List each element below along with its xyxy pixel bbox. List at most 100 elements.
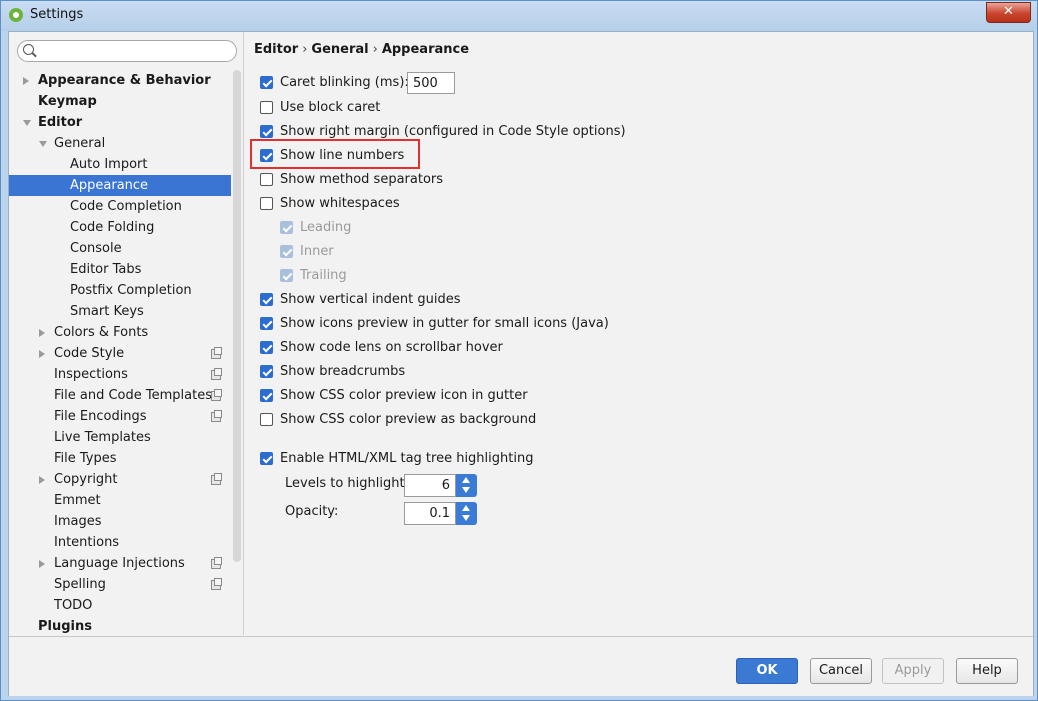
- sidebar-item-label: Editor: [38, 115, 83, 130]
- caret-blinking-input[interactable]: 500: [407, 72, 455, 94]
- sidebar-item-label: Colors & Fonts: [54, 325, 149, 340]
- chevron-right-icon[interactable]: [39, 329, 45, 337]
- sidebar-item-label: Appearance: [70, 178, 149, 193]
- chevron-up-icon[interactable]: [462, 505, 470, 511]
- option-checkbox[interactable]: [260, 365, 273, 378]
- option-label: Show whitespaces: [280, 196, 400, 211]
- option-label: Show icons preview in gutter for small i…: [280, 316, 609, 331]
- chevron-up-icon[interactable]: [462, 477, 470, 483]
- project-level-icon: [211, 410, 222, 422]
- title-bar[interactable]: Settings ✕: [1, 1, 1037, 31]
- breadcrumb-editor: Editor: [254, 42, 299, 57]
- sidebar-item-emmet[interactable]: Emmet: [9, 490, 231, 511]
- sidebar-item-appearance[interactable]: Appearance: [9, 175, 231, 196]
- sidebar-item-general[interactable]: General: [9, 133, 231, 154]
- option-checkbox[interactable]: [260, 125, 273, 138]
- chevron-right-icon[interactable]: [23, 77, 29, 85]
- tag-tree-checkbox[interactable]: [260, 452, 273, 465]
- ok-button[interactable]: OK: [736, 658, 798, 684]
- opacity-label: Opacity:: [285, 504, 339, 519]
- settings-content: Appearance & Behavior Keymap Editor General…: [8, 31, 1034, 696]
- close-button[interactable]: ✕: [986, 2, 1031, 23]
- sidebar-item-label: Live Templates: [54, 430, 151, 445]
- sidebar-item-label: Editor Tabs: [70, 262, 142, 277]
- option-checkbox[interactable]: [260, 413, 273, 426]
- levels-option: Levels to highlight:: [285, 475, 409, 493]
- sidebar-item-live-templates[interactable]: Live Templates: [9, 427, 231, 448]
- sidebar-item-label: Smart Keys: [70, 304, 144, 319]
- option-checkbox[interactable]: [260, 149, 273, 162]
- help-button[interactable]: Help: [956, 658, 1018, 684]
- project-level-icon: [211, 473, 222, 485]
- sidebar-item-code-completion[interactable]: Code Completion: [9, 196, 231, 217]
- sidebar-item-file-encodings[interactable]: File Encodings: [9, 406, 231, 427]
- sidebar-item-inspections[interactable]: Inspections: [9, 364, 231, 385]
- breadcrumb: Editor › General › Appearance: [254, 42, 469, 57]
- option-checkbox[interactable]: [260, 293, 273, 306]
- sidebar-item-keymap[interactable]: Keymap: [9, 91, 231, 112]
- sidebar-item-file-types[interactable]: File Types: [9, 448, 231, 469]
- apply-button[interactable]: Apply: [882, 658, 944, 684]
- sidebar-item-file-and-code-templates[interactable]: File and Code Templates: [9, 385, 231, 406]
- opacity-spinner[interactable]: 0.1: [404, 502, 478, 525]
- option-checkbox[interactable]: [260, 173, 273, 186]
- sidebar-item-intentions[interactable]: Intentions: [9, 532, 231, 553]
- option-checkbox[interactable]: [260, 197, 273, 210]
- option-label: Show CSS color preview as background: [280, 412, 537, 427]
- project-level-icon: [211, 557, 222, 569]
- option-checkbox: [280, 221, 293, 234]
- levels-value[interactable]: 6: [404, 474, 456, 497]
- sidebar-item-label: File Encodings: [54, 409, 147, 424]
- opacity-value[interactable]: 0.1: [404, 502, 456, 525]
- sidebar-item-console[interactable]: Console: [9, 238, 231, 259]
- option-checkbox[interactable]: [260, 389, 273, 402]
- chevron-right-icon[interactable]: [39, 476, 45, 484]
- sidebar-item-auto-import[interactable]: Auto Import: [9, 154, 231, 175]
- sidebar-item-colors-fonts[interactable]: Colors & Fonts: [9, 322, 231, 343]
- levels-spinner[interactable]: 6: [404, 474, 478, 497]
- sidebar-item-code-style[interactable]: Code Style: [9, 343, 231, 364]
- chevron-down-icon[interactable]: [462, 487, 470, 493]
- search-field[interactable]: [17, 40, 237, 62]
- sidebar-item-label: General: [54, 136, 106, 151]
- android-studio-icon: [9, 8, 23, 22]
- chevron-down-icon[interactable]: [23, 120, 31, 126]
- sidebar-item-language-injections[interactable]: Language Injections: [9, 553, 231, 574]
- cancel-button[interactable]: Cancel: [810, 658, 872, 684]
- chevron-right-icon[interactable]: [39, 350, 45, 358]
- option-checkbox[interactable]: [260, 341, 273, 354]
- sidebar-item-label: Code Folding: [70, 220, 155, 235]
- sidebar-item-editor-tabs[interactable]: Editor Tabs: [9, 259, 231, 280]
- levels-stepper[interactable]: [456, 474, 477, 497]
- sidebar-item-copyright[interactable]: Copyright: [9, 469, 231, 490]
- option-label: Show method separators: [280, 172, 444, 187]
- sidebar-item-label: Copyright: [54, 472, 118, 487]
- option-checkbox[interactable]: [260, 101, 273, 114]
- breadcrumb-general: General: [311, 42, 369, 57]
- chevron-down-icon[interactable]: [462, 515, 470, 521]
- sidebar-item-label: File and Code Templates: [54, 388, 212, 403]
- sidebar-scrollbar[interactable]: [233, 70, 241, 562]
- sidebar-item-todo[interactable]: TODO: [9, 595, 231, 616]
- sidebar-item-code-folding[interactable]: Code Folding: [9, 217, 231, 238]
- sidebar-item-images[interactable]: Images: [9, 511, 231, 532]
- sidebar-item-smart-keys[interactable]: Smart Keys: [9, 301, 231, 322]
- sidebar-item-label: Code Style: [54, 346, 125, 361]
- option-label: Inner: [300, 244, 334, 259]
- breadcrumb-separator: ›: [302, 42, 308, 57]
- project-level-icon: [211, 347, 222, 359]
- sidebar-item-editor[interactable]: Editor: [9, 112, 231, 133]
- sidebar-item-postfix-completion[interactable]: Postfix Completion: [9, 280, 231, 301]
- caret-blinking-checkbox[interactable]: [260, 76, 273, 89]
- sidebar-item-plugins[interactable]: Plugins: [9, 616, 231, 637]
- sidebar-item-spelling[interactable]: Spelling: [9, 574, 231, 595]
- chevron-right-icon[interactable]: [39, 560, 45, 568]
- sidebar-item-label: Plugins: [38, 619, 92, 634]
- breadcrumb-appearance: Appearance: [381, 42, 470, 57]
- sidebar-item-appearance-behavior[interactable]: Appearance & Behavior: [9, 70, 231, 91]
- opacity-stepper[interactable]: [456, 502, 477, 525]
- chevron-down-icon[interactable]: [39, 141, 47, 147]
- option-checkbox[interactable]: [260, 317, 273, 330]
- option-label: Show line numbers: [280, 148, 405, 163]
- search-icon: [23, 44, 34, 55]
